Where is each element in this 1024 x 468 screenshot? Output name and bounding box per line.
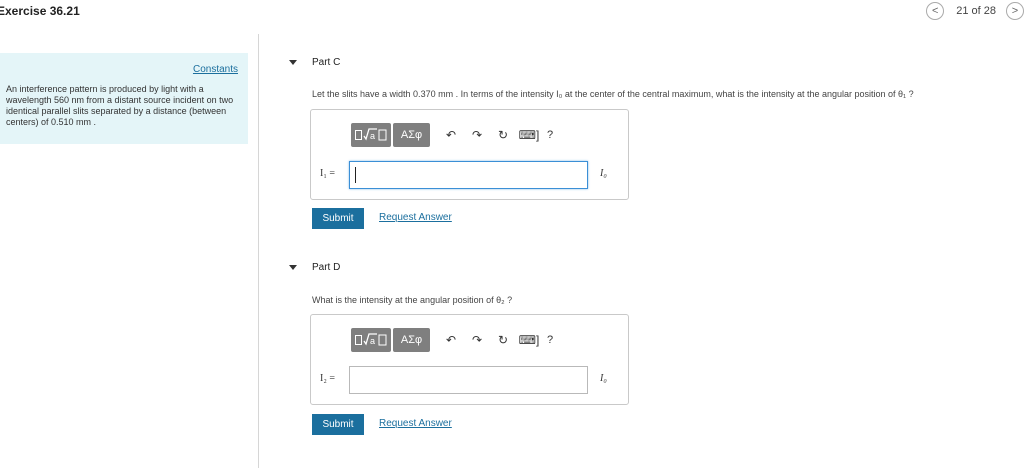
svg-text:a: a [370, 336, 375, 346]
redo-icon[interactable]: ↷ [464, 328, 490, 352]
submit-button[interactable]: Submit [312, 208, 364, 229]
unit-label: I₀ [600, 168, 607, 179]
part-c-title: Part C [312, 57, 341, 68]
templates-button[interactable]: a [351, 123, 391, 147]
constants-link[interactable]: Constants [193, 64, 238, 75]
math-templates-icon: a [355, 333, 387, 346]
collapse-caret-icon[interactable] [289, 265, 297, 270]
request-answer-link[interactable]: Request Answer [379, 212, 452, 223]
svg-text:a: a [370, 131, 375, 141]
next-button[interactable]: > [1006, 2, 1024, 20]
answer-input[interactable] [349, 366, 588, 394]
part-c-answer-box: a ΑΣφ ↶ ↷ ↻ ⌨] ? I₁ = I₀ [310, 109, 629, 200]
part-d-answer-box: a ΑΣφ ↶ ↷ ↻ ⌨] ? I₂ = I₀ [310, 314, 629, 405]
answer-input[interactable] [349, 161, 588, 189]
part-d-question: What is the intensity at the angular pos… [312, 295, 513, 305]
unit-label: I₀ [600, 373, 607, 384]
math-toolbar: a ΑΣφ ↶ ↷ ↻ ⌨] ? [351, 123, 558, 147]
templates-button[interactable]: a [351, 328, 391, 352]
page-title: Exercise 36.21 [0, 4, 80, 18]
part-c-question: Let the slits have a width 0.370 mm . In… [312, 89, 914, 99]
prev-button[interactable]: < [926, 2, 945, 20]
part-d-title: Part D [312, 262, 341, 273]
variable-label: I₁ = [320, 168, 335, 179]
column-divider [258, 34, 259, 468]
collapse-caret-icon[interactable] [289, 60, 297, 65]
help-icon[interactable]: ? [542, 328, 558, 352]
math-toolbar: a ΑΣφ ↶ ↷ ↻ ⌨] ? [351, 328, 558, 352]
text-cursor [355, 167, 356, 183]
math-templates-icon: a [355, 128, 387, 141]
keyboard-shortcuts-icon[interactable]: ⌨] [516, 123, 542, 147]
undo-icon[interactable]: ↶ [438, 123, 464, 147]
undo-icon[interactable]: ↶ [438, 328, 464, 352]
greek-symbols-button[interactable]: ΑΣφ [393, 328, 430, 352]
reset-icon[interactable]: ↻ [490, 123, 516, 147]
keyboard-shortcuts-icon[interactable]: ⌨] [516, 328, 542, 352]
greek-symbols-button[interactable]: ΑΣφ [393, 123, 430, 147]
redo-icon[interactable]: ↷ [464, 123, 490, 147]
submit-button[interactable]: Submit [312, 414, 364, 435]
part-d-header[interactable]: Part D [289, 262, 340, 273]
page-counter: 21 of 28 [956, 5, 996, 17]
variable-label: I₂ = [320, 373, 335, 384]
request-answer-link[interactable]: Request Answer [379, 418, 452, 429]
problem-panel: Constants An interference pattern is pro… [0, 53, 248, 144]
problem-statement: An interference pattern is produced by l… [6, 84, 234, 127]
reset-icon[interactable]: ↻ [490, 328, 516, 352]
part-c-header[interactable]: Part C [289, 57, 340, 68]
pagination: < 21 of 28 > [926, 2, 1024, 20]
help-icon[interactable]: ? [542, 123, 558, 147]
